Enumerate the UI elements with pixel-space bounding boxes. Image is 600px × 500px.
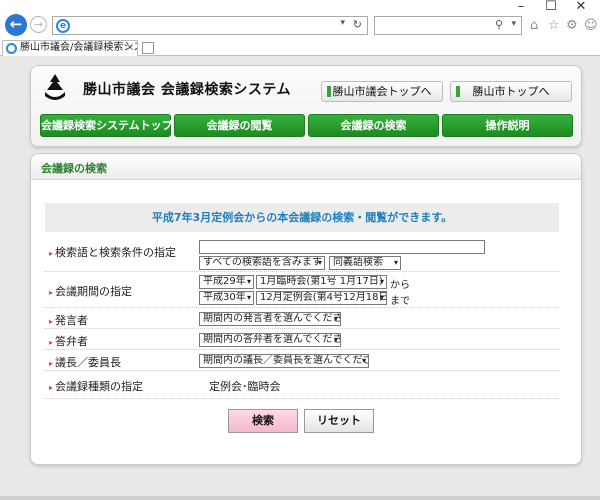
speaker-select[interactable]: 期間内の発言者を選んでください ▾ bbox=[199, 312, 341, 326]
home-icon[interactable]: ⌂ bbox=[530, 19, 538, 32]
browser-toolbar: ← → e ▾ ↻ ⚲ ▾ ⌂ ☆ ⚙ ☺ bbox=[0, 10, 600, 40]
search-mode-select[interactable]: 同義語検索 ▾ bbox=[329, 256, 401, 270]
chevron-down-icon: ▾ bbox=[379, 277, 384, 286]
page-bottom-edge bbox=[0, 496, 600, 500]
period-label-text: 会議期間の指定 bbox=[55, 285, 133, 298]
section-header: 会議録の検索 bbox=[31, 154, 581, 180]
smiley-feedback-icon[interactable]: ☺ bbox=[584, 19, 598, 32]
to-year-select[interactable]: 平成30年 ▾ bbox=[199, 291, 254, 305]
council-top-link-label: 勝山市議会トップへ bbox=[332, 85, 432, 98]
bullet-arrow-icon: ▸ bbox=[49, 359, 54, 368]
respondent-select[interactable]: 期間内の答弁者を選んでください ▾ bbox=[199, 333, 341, 347]
bullet-arrow-icon: ▸ bbox=[49, 249, 54, 258]
speaker-label-text: 発言者 bbox=[55, 314, 89, 327]
gear-icon[interactable]: ⚙ bbox=[566, 19, 578, 32]
respondent-label: ▸ 答弁者 bbox=[49, 333, 88, 349]
speaker-row: ▸ 発言者 期間内の発言者を選んでください ▾ bbox=[45, 308, 559, 329]
search-icon[interactable]: ⚲ bbox=[495, 18, 503, 31]
chair-select-value: 期間内の議長／委員長を選んでください bbox=[203, 355, 369, 366]
speaker-select-value: 期間内の発言者を選んでください bbox=[203, 313, 341, 324]
bullet-arrow-icon: ▸ bbox=[49, 288, 54, 297]
section-title: 会議録の検索 bbox=[41, 162, 107, 175]
search-button[interactable]: 検索 bbox=[228, 409, 298, 433]
chevron-down-icon: ▾ bbox=[333, 335, 338, 344]
ie-logo-icon: e bbox=[56, 19, 70, 33]
keyword-label: ▸ 検索語と検索条件の指定 bbox=[49, 244, 176, 260]
respondent-label-text: 答弁者 bbox=[55, 335, 89, 348]
back-arrow-icon[interactable]: ← bbox=[5, 14, 27, 36]
chair-row: ▸ 議長／委員長 期間内の議長／委員長を選んでください ▾ bbox=[45, 350, 559, 371]
to-suffix: まで bbox=[390, 296, 410, 307]
meeting-type-label: ▸ 会議録種類の指定 bbox=[49, 378, 143, 394]
chevron-down-icon: ▾ bbox=[333, 314, 338, 323]
search-dropdown-icon[interactable]: ▾ bbox=[511, 19, 516, 29]
nav-system-top-button[interactable]: 会議録検索システムトップ bbox=[40, 114, 173, 137]
speaker-label: ▸ 発言者 bbox=[49, 312, 88, 328]
bullet-arrow-icon: ▸ bbox=[49, 383, 54, 392]
link-marker-icon bbox=[456, 86, 460, 97]
chevron-down-icon: ▾ bbox=[393, 258, 398, 267]
tab-title: 勝山市議会/会議録検索シス... bbox=[20, 42, 137, 53]
chair-label: ▸ 議長／委員長 bbox=[49, 354, 121, 370]
chevron-down-icon: ▾ bbox=[246, 277, 251, 286]
keyword-input[interactable] bbox=[199, 240, 485, 254]
keyword-label-text: 検索語と検索条件の指定 bbox=[55, 246, 177, 259]
window-title-bar: – ☐ ✕ bbox=[0, 0, 600, 14]
bullet-arrow-icon: ▸ bbox=[49, 338, 54, 347]
bullet-arrow-icon: ▸ bbox=[49, 317, 54, 326]
forward-arrow-icon[interactable]: → bbox=[30, 16, 47, 33]
chevron-down-icon: ▾ bbox=[246, 293, 251, 302]
notice-banner: 平成7年3月定例会からの本会議録の検索・閲覧ができます。 bbox=[45, 203, 559, 232]
council-top-link[interactable]: 勝山市議会トップへ bbox=[321, 81, 443, 102]
period-row: ▸ 会議期間の指定 平成29年 ▾ 1月臨時会(第1号 1月17日) ▾ から 平成3… bbox=[45, 272, 559, 308]
search-mode-select-value: 同義語検索 bbox=[333, 257, 383, 268]
meeting-type-value: 定例会･臨時会 bbox=[209, 380, 281, 393]
chair-select[interactable]: 期間内の議長／委員長を選んでください ▾ bbox=[199, 354, 369, 368]
refresh-icon[interactable]: ↻ bbox=[353, 18, 362, 31]
from-year-value: 平成29年 bbox=[203, 276, 246, 287]
from-year-select[interactable]: 平成29年 ▾ bbox=[199, 275, 254, 289]
browser-search-input[interactable]: ⚲ ▾ bbox=[374, 16, 522, 35]
new-tab-icon[interactable] bbox=[142, 42, 154, 54]
city-emblem-logo-icon bbox=[45, 74, 65, 100]
to-year-value: 平成30年 bbox=[203, 292, 246, 303]
reset-button[interactable]: リセット bbox=[304, 409, 374, 433]
address-dropdown-icon[interactable]: ▾ bbox=[340, 18, 345, 28]
site-header: 勝山市議会 会議録検索システム 勝山市議会トップへ 勝山市トップへ 会議録検索シ… bbox=[30, 65, 582, 147]
search-panel: 会議録の検索 平成7年3月定例会からの本会議録の検索・閲覧ができます。 ▸ 検索語… bbox=[30, 153, 582, 465]
respondent-row: ▸ 答弁者 期間内の答弁者を選んでください ▾ bbox=[45, 329, 559, 350]
city-top-link-label: 勝山市トップへ bbox=[472, 85, 550, 98]
link-marker-icon bbox=[327, 86, 331, 97]
to-session-select[interactable]: 12月定例会(第4号12月18日) ▾ bbox=[256, 291, 387, 305]
tab-favicon-icon bbox=[6, 43, 17, 54]
site-title: 勝山市議会 会議録検索システム bbox=[83, 82, 291, 98]
period-label: ▸ 会議期間の指定 bbox=[49, 283, 132, 299]
chevron-down-icon: ▾ bbox=[317, 258, 322, 267]
chair-label-text: 議長／委員長 bbox=[55, 356, 122, 369]
meeting-type-label-text: 会議録種類の指定 bbox=[55, 380, 144, 393]
page-viewport: 勝山市議会 会議録検索システム 勝山市議会トップへ 勝山市トップへ 会議録検索シ… bbox=[0, 57, 600, 500]
keyword-row: ▸ 検索語と検索条件の指定 すべての検索語を含みます ▾ 同義語検索 ▾ bbox=[45, 238, 559, 272]
to-session-value: 12月定例会(第4号12月18日) bbox=[260, 292, 387, 303]
address-bar[interactable]: e ▾ ↻ bbox=[52, 16, 368, 35]
favorites-star-icon[interactable]: ☆ bbox=[548, 19, 560, 32]
meeting-type-row: ▸ 会議録種類の指定 定例会･臨時会 bbox=[45, 371, 559, 399]
from-suffix: から bbox=[390, 280, 410, 291]
from-session-value: 1月臨時会(第1号 1月17日) bbox=[260, 276, 383, 287]
from-session-select[interactable]: 1月臨時会(第1号 1月17日) ▾ bbox=[256, 275, 387, 289]
condition-select-value: すべての検索語を含みます bbox=[203, 257, 322, 268]
browser-tab-active[interactable]: 勝山市議会/会議録検索シス... × bbox=[2, 40, 138, 56]
chevron-down-icon: ▾ bbox=[379, 293, 384, 302]
respondent-select-value: 期間内の答弁者を選んでください bbox=[203, 334, 341, 345]
chevron-down-icon: ▾ bbox=[361, 356, 366, 365]
nav-help-button[interactable]: 操作説明 bbox=[442, 114, 573, 137]
nav-browse-button[interactable]: 会議録の閲覧 bbox=[174, 114, 305, 137]
condition-select[interactable]: すべての検索語を含みます ▾ bbox=[199, 256, 325, 270]
tab-bar: 勝山市議会/会議録検索シス... × bbox=[0, 40, 600, 56]
city-top-link[interactable]: 勝山市トップへ bbox=[450, 81, 572, 102]
tab-close-icon[interactable]: × bbox=[126, 41, 134, 55]
nav-search-button[interactable]: 会議録の検索 bbox=[308, 114, 439, 137]
